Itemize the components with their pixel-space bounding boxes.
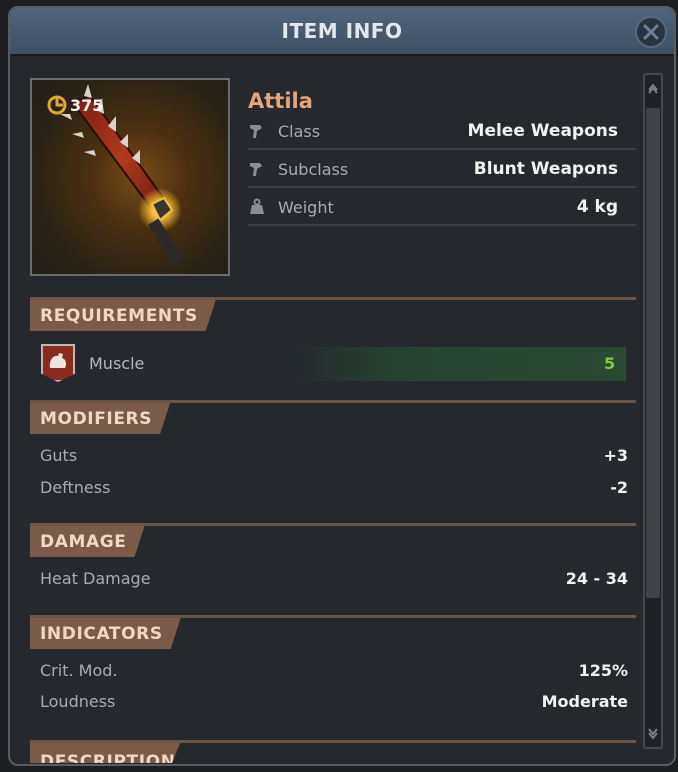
close-button[interactable]	[635, 16, 667, 48]
indicator-value: 125%	[578, 661, 628, 680]
chevron-up-icon	[648, 83, 658, 94]
section-title: INDICATORS	[40, 623, 163, 644]
section-divider	[30, 400, 636, 403]
stat-label: Weight	[278, 197, 334, 217]
stat-row-weight: Weight 4 kg	[248, 190, 636, 226]
modifier-row: Deftness -2	[40, 478, 628, 497]
requirement-value: 5	[604, 354, 616, 373]
item-info-window: ITEM INFO 375 Attila Class Melee Weapons…	[8, 6, 676, 766]
muscle-icon	[41, 344, 75, 382]
chevron-down-icon	[648, 728, 658, 740]
indicator-row: Crit. Mod. 125%	[40, 661, 628, 680]
damage-header: DAMAGE	[30, 526, 145, 557]
stat-value: Blunt Weapons	[473, 159, 618, 179]
indicator-label: Loudness	[40, 692, 116, 711]
modifier-value: +3	[603, 446, 628, 465]
stat-row-class: Class Melee Weapons	[248, 114, 636, 150]
stat-value: 4 kg	[576, 197, 618, 217]
item-name: Attila	[248, 89, 313, 113]
description-header: DESCRIPTION	[30, 743, 180, 763]
damage-row: Heat Damage 24 - 34	[40, 569, 628, 588]
indicator-label: Crit. Mod.	[40, 661, 118, 680]
stat-value: Melee Weapons	[467, 121, 618, 141]
level-badge: 375	[46, 94, 103, 116]
weight-icon	[248, 198, 278, 216]
section-title: DAMAGE	[40, 531, 127, 552]
requirement-bar	[294, 347, 626, 381]
damage-value: 24 - 34	[565, 569, 628, 588]
item-details: 375 Attila Class Melee Weapons Subclass …	[10, 58, 674, 766]
power-icon	[47, 95, 67, 115]
indicator-row: Loudness Moderate	[40, 692, 628, 711]
weapon-icon	[248, 160, 278, 178]
modifier-label: Guts	[40, 446, 78, 465]
section-divider	[30, 740, 636, 743]
scroll-down-button[interactable]	[646, 726, 660, 742]
item-level: 375	[70, 95, 104, 115]
stat-label: Class	[278, 121, 321, 141]
requirements-header: REQUIREMENTS	[30, 300, 216, 331]
weapon-icon	[248, 122, 278, 140]
section-title: DESCRIPTION	[40, 752, 176, 763]
stat-label: Subclass	[278, 159, 349, 179]
title-bar: ITEM INFO	[10, 8, 674, 56]
indicator-value: Moderate	[541, 692, 628, 711]
section-divider	[30, 523, 636, 526]
section-divider	[30, 615, 636, 618]
modifiers-header: MODIFIERS	[30, 403, 170, 434]
damage-label: Heat Damage	[40, 569, 151, 588]
section-title: REQUIREMENTS	[40, 305, 198, 326]
section-divider	[30, 297, 636, 300]
close-icon	[643, 24, 659, 40]
requirement-label: Muscle	[89, 354, 145, 373]
indicators-header: INDICATORS	[30, 618, 181, 649]
modifier-value: -2	[610, 478, 628, 497]
scroll-up-button[interactable]	[646, 80, 660, 96]
stat-row-subclass: Subclass Blunt Weapons	[248, 152, 636, 188]
window-title: ITEM INFO	[281, 19, 403, 43]
modifier-row: Guts +3	[40, 446, 628, 465]
item-image: 375	[30, 78, 230, 276]
modifier-label: Deftness	[40, 478, 111, 497]
scrollbar-thumb[interactable]	[646, 108, 660, 598]
section-title: MODIFIERS	[40, 408, 153, 429]
